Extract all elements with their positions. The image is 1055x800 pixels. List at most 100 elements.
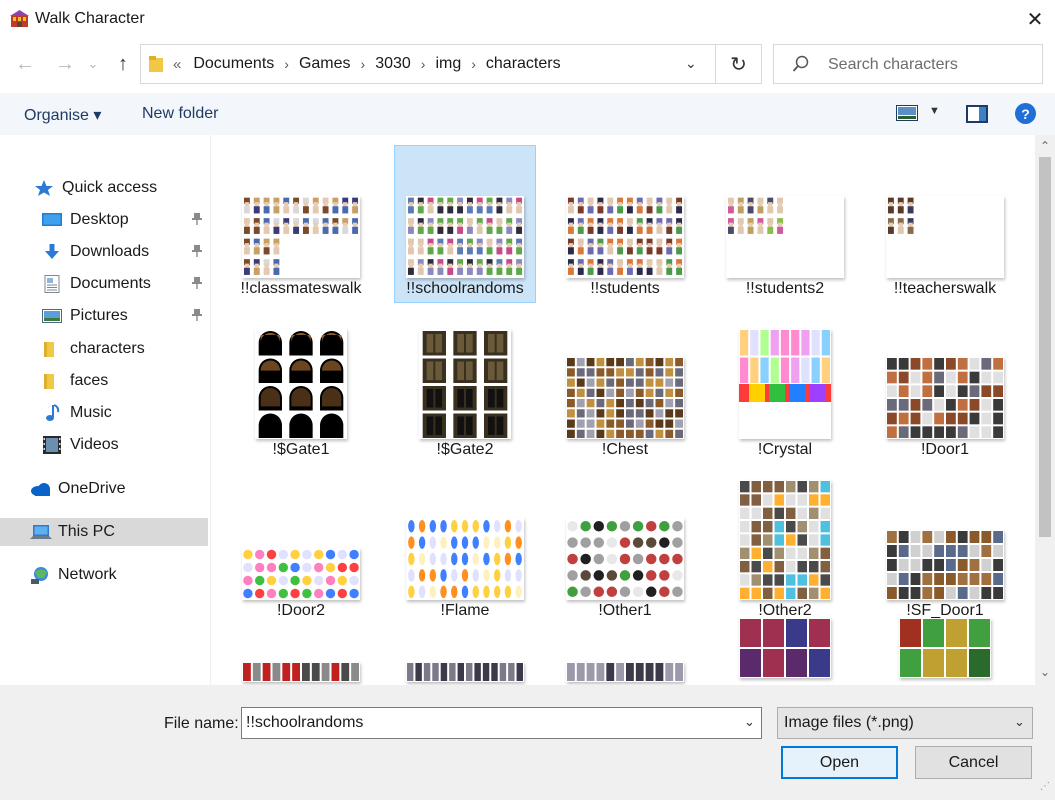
sidebar-item-videos[interactable]: Videos — [42, 431, 119, 459]
file-tile-students2[interactable]: !!students2 — [714, 145, 856, 303]
thumbnail-image — [406, 518, 524, 600]
organise-button[interactable]: Organise ▾ — [24, 105, 101, 125]
file-tile-crystal[interactable]: !Crystal — [714, 306, 856, 464]
help-button[interactable]: ? — [1015, 103, 1036, 124]
open-button[interactable]: Open — [781, 746, 898, 779]
new-folder-button[interactable]: New folder — [142, 105, 218, 123]
sidebar-item-network[interactable]: Network — [30, 561, 117, 589]
file-name-label: !!classmateswalk — [240, 280, 362, 297]
view-options-icon[interactable] — [896, 105, 918, 121]
chevron-right-icon[interactable]: › — [471, 56, 476, 72]
file-tile-door1[interactable]: !Door1 — [874, 306, 1016, 464]
file-tile-schoolrandoms[interactable]: !!schoolrandoms — [394, 145, 536, 303]
file-tile-other1[interactable]: !Other1 — [554, 467, 696, 625]
chevron-right-icon[interactable]: › — [421, 56, 426, 72]
sidebar-item-label: OneDrive — [58, 480, 126, 497]
scroll-up-icon[interactable]: ⌃ — [1035, 139, 1055, 155]
file-name-input[interactable]: !!schoolrandoms ⌄ — [241, 707, 762, 739]
refresh-icon: ↻ — [730, 53, 747, 76]
file-tile-other2[interactable]: !Other2 — [714, 467, 856, 625]
scroll-down-icon[interactable]: ⌄ — [1035, 665, 1055, 681]
file-tile-partial-16[interactable] — [394, 628, 536, 685]
thumbnail-image — [886, 357, 1004, 439]
file-name-label: !Door1 — [920, 441, 970, 458]
breadcrumb-games[interactable]: Games — [299, 55, 351, 73]
back-button[interactable]: ← — [14, 52, 36, 76]
file-name-label: !$Gate2 — [436, 441, 494, 458]
file-tile-chest[interactable]: !Chest — [554, 306, 696, 464]
file-tile-gate2[interactable]: !$Gate2 — [394, 306, 536, 464]
folder-icon — [149, 56, 163, 72]
sidebar-item-faces[interactable]: faces — [42, 367, 108, 395]
pin-icon — [191, 276, 203, 293]
sidebar-item-label: Videos — [70, 436, 119, 453]
search-input[interactable]: Search characters — [828, 56, 958, 74]
chevron-right-icon[interactable]: › — [361, 56, 366, 72]
thumbnail-image — [566, 662, 684, 682]
file-tile-flame[interactable]: !Flame — [394, 467, 536, 625]
recent-locations-button[interactable]: ⌄ — [86, 52, 100, 76]
star-icon — [34, 179, 54, 197]
thumbnail-image — [886, 530, 1004, 600]
sidebar-item-quick-access[interactable]: Quick access — [34, 174, 157, 202]
sidebar-item-label: Quick access — [62, 179, 158, 196]
file-tile-door2[interactable]: !Door2 — [230, 467, 372, 625]
view-dropdown-icon[interactable]: ▼ — [929, 105, 940, 117]
file-tile-students[interactable]: !!students — [554, 145, 696, 303]
file-tile-gate1[interactable]: !$Gate1 — [230, 306, 372, 464]
preview-pane-button[interactable] — [966, 105, 988, 123]
thumbnail-image — [739, 480, 831, 600]
chevron-right-icon[interactable]: › — [284, 56, 289, 72]
dialog-footer: File name: !!schoolrandoms ⌄ Image files… — [0, 685, 1055, 800]
sidebar-item-pictures[interactable]: Pictures — [42, 302, 128, 330]
chevron-down-icon[interactable]: ⌄ — [744, 714, 755, 730]
sidebar-item-downloads[interactable]: Downloads — [42, 238, 149, 266]
sidebar-item-characters[interactable]: characters — [42, 335, 145, 363]
address-bar[interactable]: « Documents › Games › 3030 › img › chara… — [140, 44, 716, 84]
file-tile-sf-door1[interactable]: !SF_Door1 — [874, 467, 1016, 625]
file-type-select[interactable]: Image files (*.png) ⌄ — [777, 707, 1033, 739]
desktop-icon — [42, 211, 62, 229]
address-dropdown-icon[interactable]: ⌄ — [685, 55, 697, 72]
close-button[interactable]: ✕ — [1020, 4, 1050, 34]
file-name-label: !!students2 — [745, 280, 825, 297]
file-tile-classmateswalk[interactable]: !!classmateswalk — [230, 145, 372, 303]
breadcrumb-img[interactable]: img — [435, 55, 461, 73]
breadcrumb-characters[interactable]: characters — [486, 55, 561, 73]
forward-button[interactable]: → — [54, 52, 76, 76]
file-name-label: !$Gate1 — [272, 441, 330, 458]
file-tile-partial-19[interactable] — [874, 618, 1016, 685]
up-button[interactable]: ↑ — [112, 52, 134, 76]
app-icon — [10, 10, 29, 27]
thumbnail-image — [255, 329, 347, 439]
search-box[interactable]: Search characters — [773, 44, 1043, 84]
sidebar-item-documents[interactable]: Documents — [42, 270, 151, 298]
thumbnail-image — [406, 196, 524, 278]
file-tile-partial-18[interactable] — [714, 618, 856, 685]
thumbnail-image — [566, 357, 684, 439]
sidebar-item-label: Desktop — [70, 211, 129, 228]
file-name-value: !!schoolrandoms — [246, 714, 364, 731]
file-tile-partial-15[interactable] — [230, 628, 372, 685]
folder-icon — [42, 372, 62, 390]
file-tile-teacherswalk[interactable]: !!teacherswalk — [874, 145, 1016, 303]
refresh-button[interactable]: ↻ — [716, 44, 762, 84]
scrollbar-thumb[interactable] — [1039, 157, 1051, 537]
sidebar-item-this-pc[interactable]: This PC — [0, 518, 208, 546]
arrow-up-icon: ↑ — [118, 52, 128, 75]
folder-icon — [42, 340, 62, 358]
vertical-scrollbar[interactable]: ⌃ ⌄ — [1035, 135, 1055, 685]
cancel-button[interactable]: Cancel — [915, 746, 1032, 779]
pin-icon — [191, 212, 203, 229]
sidebar-item-music[interactable]: Music — [42, 399, 112, 427]
sidebar-item-onedrive[interactable]: OneDrive — [30, 475, 126, 503]
picture-icon — [42, 307, 62, 325]
breadcrumb: « Documents › Games › 3030 › img › chara… — [173, 45, 561, 83]
resize-grip-icon[interactable]: ⋰ — [1040, 781, 1050, 792]
breadcrumb-documents[interactable]: Documents — [193, 55, 274, 73]
breadcrumb-overflow[interactable]: « — [173, 56, 181, 73]
sidebar-item-desktop[interactable]: Desktop — [42, 206, 129, 234]
thumbnail-image — [566, 196, 684, 278]
breadcrumb-3030[interactable]: 3030 — [375, 55, 411, 73]
file-tile-partial-17[interactable] — [554, 628, 696, 685]
